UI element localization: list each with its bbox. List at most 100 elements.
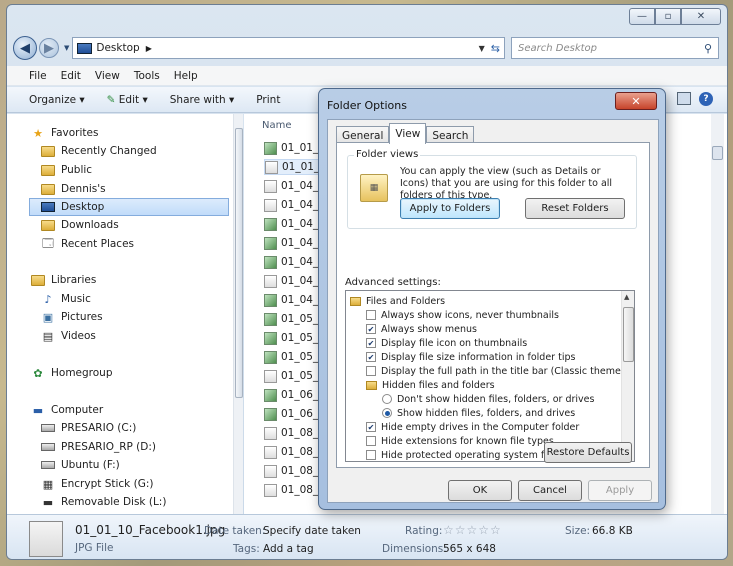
checkbox-unchecked[interactable]	[366, 436, 376, 446]
ok-button[interactable]: OK	[448, 480, 512, 501]
help-icon[interactable]: ?	[699, 92, 713, 106]
nav-drive-g-label: Encrypt Stick (G:)	[61, 478, 154, 490]
nav-scrollbar[interactable]	[233, 114, 243, 514]
checkbox-checked[interactable]: ✔	[366, 338, 376, 348]
recent-pages-dropdown[interactable]: ▼	[64, 44, 69, 52]
nav-recently-changed-label: Recently Changed	[61, 145, 157, 157]
apply-to-folders-button[interactable]: Apply to Folders	[400, 198, 500, 219]
nav-music[interactable]: ♪ Music	[41, 290, 90, 308]
nav-homegroup[interactable]: ✿ Homegroup	[31, 364, 112, 382]
rating-label: Rating:	[405, 525, 443, 537]
setting-hide-empty-drives[interactable]: ✔ Hide empty drives in the Computer folde…	[366, 420, 579, 434]
menu-edit[interactable]: Edit	[61, 70, 81, 82]
menu-help[interactable]: Help	[174, 70, 198, 82]
folder-views-label: Folder views	[354, 149, 421, 160]
address-dropdown-icon[interactable]: ▼	[479, 44, 485, 53]
share-with-button[interactable]: Share with ▾	[170, 94, 235, 106]
nav-libraries[interactable]: Libraries	[31, 271, 96, 289]
setting-display-file-size[interactable]: ✔ Display file size information in folder…	[366, 350, 575, 364]
close-button[interactable]: ✕	[681, 8, 721, 25]
address-row: ◀ ▶ ▼ Desktop ▶ ▼ ⇆ Search Desktop ⚲	[13, 35, 719, 61]
rating-stars[interactable]: ☆☆☆☆☆	[443, 523, 502, 537]
file-list-scrollbar-thumb[interactable]	[712, 146, 723, 160]
nav-downloads[interactable]: Downloads	[41, 216, 119, 234]
forward-button[interactable]: ▶	[39, 38, 59, 58]
nav-recent-places[interactable]: 🗔 Recent Places	[41, 235, 134, 253]
tree-scrollbar[interactable]: ▲ ▼	[621, 291, 634, 461]
nav-drive-f[interactable]: Ubuntu (F:)	[41, 456, 120, 474]
back-button[interactable]: ◀	[13, 36, 37, 60]
radio-show-hidden[interactable]: Show hidden files, folders, and drives	[382, 406, 575, 420]
nav-computer[interactable]: ▬ Computer	[31, 401, 103, 419]
nav-dennis[interactable]: Dennis's	[41, 180, 106, 198]
view-tab-panel: Folder views ▦ You can apply the view (s…	[336, 142, 650, 468]
radio-unselected[interactable]	[382, 394, 392, 404]
nav-favorites[interactable]: ★ Favorites	[31, 124, 98, 142]
nav-recently-changed[interactable]: Recently Changed	[41, 142, 157, 160]
folder-icon	[366, 380, 377, 390]
folder-icon	[41, 164, 55, 176]
tags-value[interactable]: Add a tag	[263, 543, 314, 555]
nav-scrollbar-thumb[interactable]	[235, 128, 243, 398]
folder-icon	[350, 296, 361, 306]
nav-desktop[interactable]: Desktop	[29, 198, 229, 216]
organize-button[interactable]: Organize ▾	[29, 94, 85, 106]
setting-hide-extensions[interactable]: Hide extensions for known file types	[366, 434, 554, 448]
setting-display-full-path[interactable]: Display the full path in the title bar (…	[366, 364, 634, 378]
nav-drive-g[interactable]: ▦ Encrypt Stick (G:)	[41, 475, 154, 493]
nav-pictures[interactable]: ▣ Pictures	[41, 308, 103, 326]
star-icon: ★	[33, 126, 43, 140]
reset-folders-button[interactable]: Reset Folders	[525, 198, 625, 219]
checkbox-unchecked[interactable]	[366, 310, 376, 320]
checkbox-unchecked[interactable]	[366, 366, 376, 376]
tree-hidden-files-folder[interactable]: Hidden files and folders	[366, 378, 495, 392]
menu-view[interactable]: View	[95, 70, 120, 82]
apply-button[interactable]: Apply	[588, 480, 652, 501]
dialog-close-button[interactable]: ✕	[615, 92, 657, 110]
nav-drive-d[interactable]: PRESARIO_RP (D:)	[41, 438, 156, 456]
menu-tools[interactable]: Tools	[134, 70, 160, 82]
date-taken-value[interactable]: Specify date taken	[263, 525, 361, 537]
breadcrumb-arrow-icon[interactable]: ▶	[146, 44, 152, 53]
file-list-scrollbar[interactable]	[711, 114, 724, 514]
encrypted-drive-icon: ▦	[42, 477, 54, 491]
nav-desktop-label: Desktop	[61, 201, 105, 213]
cancel-button[interactable]: Cancel	[518, 480, 582, 501]
checkbox-checked[interactable]: ✔	[366, 352, 376, 362]
nav-drive-c[interactable]: PRESARIO (C:)	[41, 419, 136, 437]
setting-always-show-menus[interactable]: ✔ Always show menus	[366, 322, 477, 336]
radio-dont-show-hidden[interactable]: Don't show hidden files, folders, or dri…	[382, 392, 594, 406]
column-header-name[interactable]: Name	[262, 120, 292, 131]
minimize-button[interactable]: —	[629, 8, 655, 25]
restore-defaults-button[interactable]: Restore Defaults	[544, 442, 632, 463]
checkbox-checked[interactable]: ✔	[366, 324, 376, 334]
scroll-up-arrow-icon[interactable]: ▲	[624, 293, 629, 301]
file-thumbnail	[29, 521, 63, 557]
search-input[interactable]: Search Desktop ⚲	[511, 37, 719, 59]
change-view-icon[interactable]	[677, 92, 691, 105]
nav-drive-f-label: Ubuntu (F:)	[61, 459, 120, 471]
edit-button[interactable]: ✎ Edit ▾	[107, 94, 148, 106]
refresh-icon[interactable]: ⇆	[491, 42, 500, 55]
checkbox-unchecked[interactable]	[366, 450, 376, 460]
address-bar[interactable]: Desktop ▶ ▼ ⇆	[72, 37, 505, 59]
menu-file[interactable]: File	[29, 70, 47, 82]
checkbox-checked[interactable]: ✔	[366, 422, 376, 432]
search-icon[interactable]: ⚲	[704, 42, 712, 55]
maximize-button[interactable]: ▫	[655, 8, 681, 25]
print-button[interactable]: Print	[256, 94, 280, 106]
radio-selected[interactable]	[382, 408, 392, 418]
search-placeholder: Search Desktop	[518, 42, 597, 54]
computer-icon: ▬	[32, 403, 44, 417]
nav-videos[interactable]: ▤ Videos	[41, 327, 96, 345]
nav-public[interactable]: Public	[41, 161, 92, 179]
tree-scrollbar-thumb[interactable]	[623, 307, 634, 362]
tab-view[interactable]: View	[389, 123, 427, 144]
nav-recent-places-label: Recent Places	[61, 238, 135, 250]
setting-label: Always show icons, never thumbnails	[381, 309, 559, 321]
back-arrow-icon: ◀	[20, 40, 30, 56]
tree-root-files-and-folders[interactable]: Files and Folders	[350, 294, 445, 308]
nav-drive-l[interactable]: ▬ Removable Disk (L:)	[41, 493, 167, 511]
setting-always-show-icons[interactable]: Always show icons, never thumbnails	[366, 308, 559, 322]
setting-display-file-icon[interactable]: ✔ Display file icon on thumbnails	[366, 336, 527, 350]
